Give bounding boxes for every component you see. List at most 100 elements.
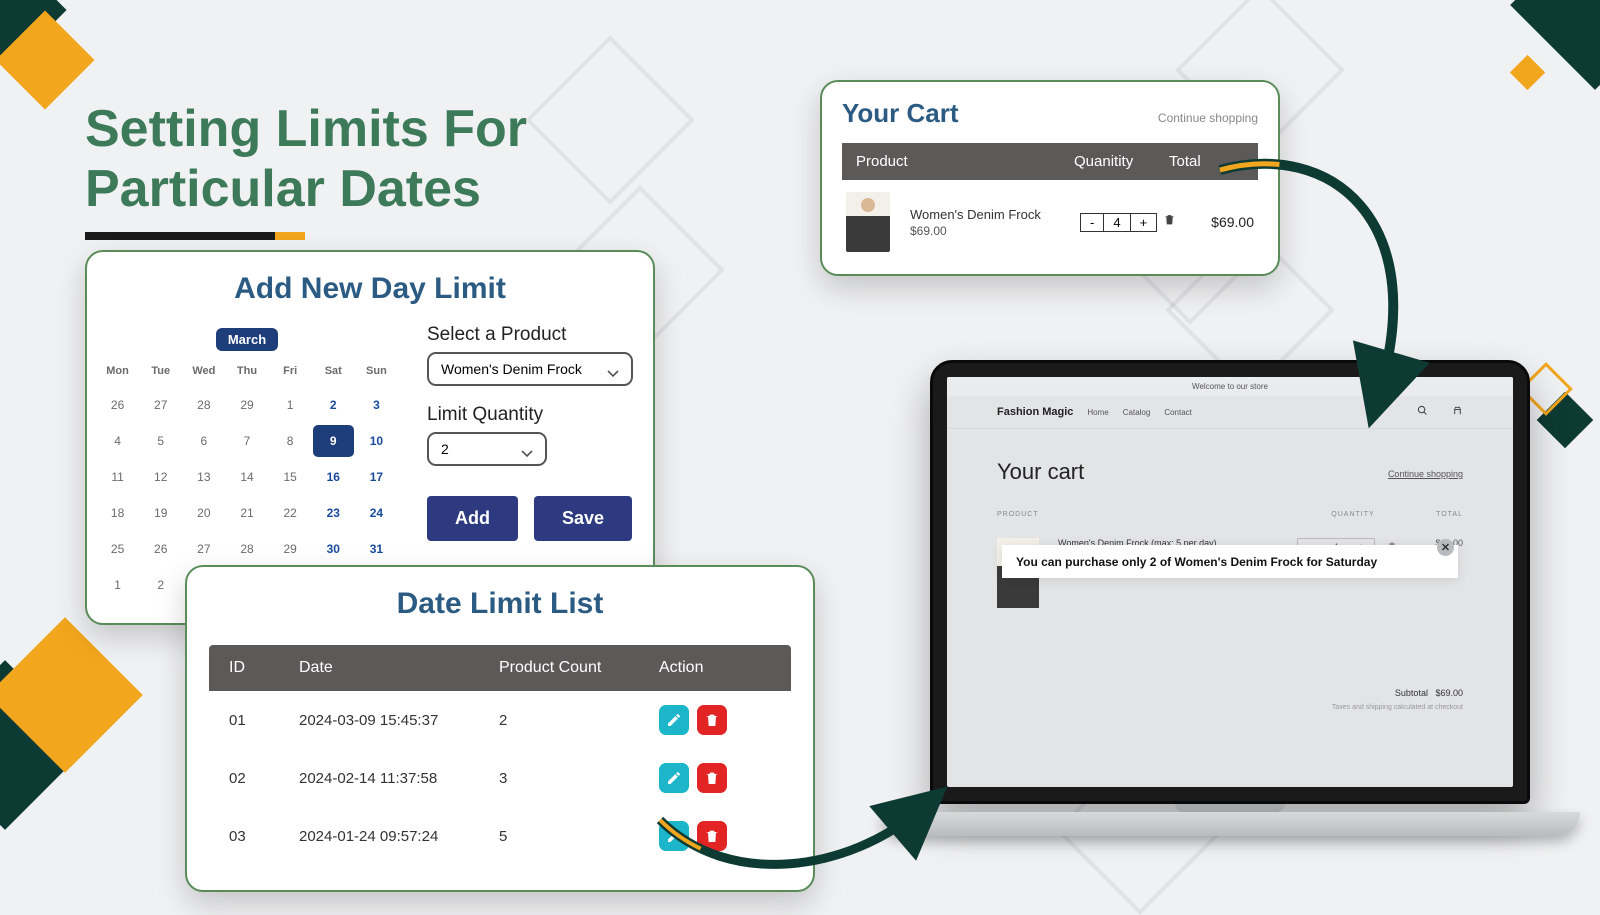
calendar-date-cell[interactable]: 23 — [313, 497, 354, 529]
calendar-date-cell[interactable]: 18 — [97, 497, 138, 529]
subtotal-label: Subtotal — [1395, 688, 1428, 698]
product-label: Select a Product — [427, 324, 633, 346]
calendar-date-cell[interactable]: 9 — [313, 425, 354, 457]
calendar-date-cell[interactable]: 10 — [356, 425, 397, 457]
search-icon[interactable] — [1417, 405, 1428, 419]
row-count: 5 — [499, 828, 659, 845]
list-header-row: ID Date Product Count Action — [209, 645, 791, 691]
calendar-date-cell[interactable]: 4 — [97, 425, 138, 457]
delete-button[interactable] — [697, 763, 727, 793]
heading-line2: Particular Dates — [85, 160, 481, 218]
edit-button[interactable] — [659, 705, 689, 735]
cart-header-row: Product Quanitity Total — [842, 143, 1258, 180]
calendar-day-header: Thu — [226, 357, 267, 385]
lap-header-qty: QUANTITY — [1303, 511, 1403, 518]
calendar-day-header: Mon — [97, 357, 138, 385]
calendar-date-cell[interactable]: 22 — [270, 497, 311, 529]
qty-select-value: 2 — [441, 441, 449, 457]
row-id: 01 — [229, 712, 299, 729]
calendar-date-cell[interactable]: 16 — [313, 461, 354, 493]
quantity-stepper[interactable]: - 4 + — [1080, 213, 1157, 232]
cart-item-price: $69.00 — [910, 224, 1076, 238]
calendar-day-header: Sun — [356, 357, 397, 385]
cart-item-row: Women's Denim Frock $69.00 - 4 + $69.00 — [842, 180, 1258, 252]
table-row: 022024-02-14 11:37:583 — [209, 749, 791, 807]
heading-line1: Setting Limits For — [85, 100, 527, 158]
laptop-continue-link[interactable]: Continue shopping — [1388, 469, 1463, 479]
list-header-action: Action — [659, 659, 771, 677]
cart-item-total: $69.00 — [1179, 214, 1254, 230]
calendar-date-cell[interactable]: 8 — [270, 425, 311, 457]
edit-button[interactable] — [659, 821, 689, 851]
add-button[interactable]: Add — [427, 496, 518, 541]
calendar-date-cell[interactable]: 29 — [270, 533, 311, 565]
calendar-date-cell[interactable]: 12 — [140, 461, 181, 493]
chevron-down-icon — [521, 445, 533, 453]
calendar-date-cell[interactable]: 28 — [226, 533, 267, 565]
calendar-date-cell[interactable]: 29 — [226, 389, 267, 421]
cart-header-qty: Quanitity — [1074, 153, 1169, 170]
trash-icon[interactable] — [1163, 213, 1176, 231]
save-button[interactable]: Save — [534, 496, 632, 541]
laptop-mockup: Welcome to our store Fashion Magic Home … — [930, 360, 1530, 836]
calendar: March MonTueWedThuFriSatSun2627282912345… — [97, 320, 397, 601]
calendar-date-cell[interactable]: 25 — [97, 533, 138, 565]
close-icon[interactable]: ✕ — [1437, 539, 1454, 556]
calendar-date-cell[interactable]: 26 — [140, 533, 181, 565]
calendar-date-cell[interactable]: 21 — [226, 497, 267, 529]
calendar-date-cell[interactable]: 6 — [183, 425, 224, 457]
cart-title: Your Cart — [842, 98, 959, 129]
continue-shopping-link[interactable]: Continue shopping — [1158, 111, 1258, 125]
calendar-date-cell[interactable]: 5 — [140, 425, 181, 457]
qty-minus[interactable]: - — [1081, 214, 1103, 231]
calendar-date-cell[interactable]: 19 — [140, 497, 181, 529]
your-cart-card: Your Cart Continue shopping Product Quan… — [820, 80, 1280, 276]
calendar-date-cell[interactable]: 3 — [356, 389, 397, 421]
calendar-date-cell[interactable]: 13 — [183, 461, 224, 493]
row-count: 3 — [499, 770, 659, 787]
calendar-date-cell[interactable]: 1 — [97, 569, 138, 601]
row-date: 2024-02-14 11:37:58 — [299, 770, 499, 787]
calendar-date-cell[interactable]: 17 — [356, 461, 397, 493]
calendar-month: March — [216, 328, 278, 351]
decor-diamond-outline — [525, 35, 695, 205]
calendar-day-header: Wed — [183, 357, 224, 385]
product-select[interactable]: Women's Denim Frock — [427, 352, 633, 386]
calendar-date-cell[interactable]: 26 — [97, 389, 138, 421]
list-header-count: Product Count — [499, 659, 659, 677]
edit-button[interactable] — [659, 763, 689, 793]
store-brand: Fashion Magic — [997, 406, 1073, 418]
list-header-date: Date — [299, 659, 499, 677]
table-row: 032024-01-24 09:57:245 — [209, 807, 791, 865]
calendar-date-cell[interactable]: 7 — [226, 425, 267, 457]
nav-link-catalog[interactable]: Catalog — [1123, 408, 1151, 417]
table-row: 012024-03-09 15:45:372 — [209, 691, 791, 749]
nav-link-home[interactable]: Home — [1087, 408, 1108, 417]
calendar-day-header: Tue — [140, 357, 181, 385]
delete-button[interactable] — [697, 821, 727, 851]
nav-link-contact[interactable]: Contact — [1164, 408, 1192, 417]
calendar-date-cell[interactable]: 20 — [183, 497, 224, 529]
add-limit-title: Add New Day Limit — [87, 252, 653, 320]
calendar-date-cell[interactable]: 28 — [183, 389, 224, 421]
calendar-date-cell[interactable]: 2 — [313, 389, 354, 421]
calendar-day-header: Fri — [270, 357, 311, 385]
decor-diamond — [1510, 55, 1545, 90]
cart-header-total: Total — [1169, 153, 1244, 170]
calendar-date-cell[interactable]: 27 — [183, 533, 224, 565]
qty-plus[interactable]: + — [1131, 214, 1157, 231]
calendar-date-cell[interactable]: 2 — [140, 569, 181, 601]
heading-underline — [85, 232, 295, 240]
calendar-date-cell[interactable]: 15 — [270, 461, 311, 493]
calendar-date-cell[interactable]: 27 — [140, 389, 181, 421]
store-nav: Fashion Magic Home Catalog Contact — [947, 396, 1513, 429]
qty-select[interactable]: 2 — [427, 432, 547, 466]
calendar-date-cell[interactable]: 30 — [313, 533, 354, 565]
cart-icon[interactable] — [1452, 405, 1463, 419]
calendar-date-cell[interactable]: 11 — [97, 461, 138, 493]
calendar-date-cell[interactable]: 24 — [356, 497, 397, 529]
calendar-date-cell[interactable]: 1 — [270, 389, 311, 421]
calendar-date-cell[interactable]: 14 — [226, 461, 267, 493]
delete-button[interactable] — [697, 705, 727, 735]
calendar-date-cell[interactable]: 31 — [356, 533, 397, 565]
